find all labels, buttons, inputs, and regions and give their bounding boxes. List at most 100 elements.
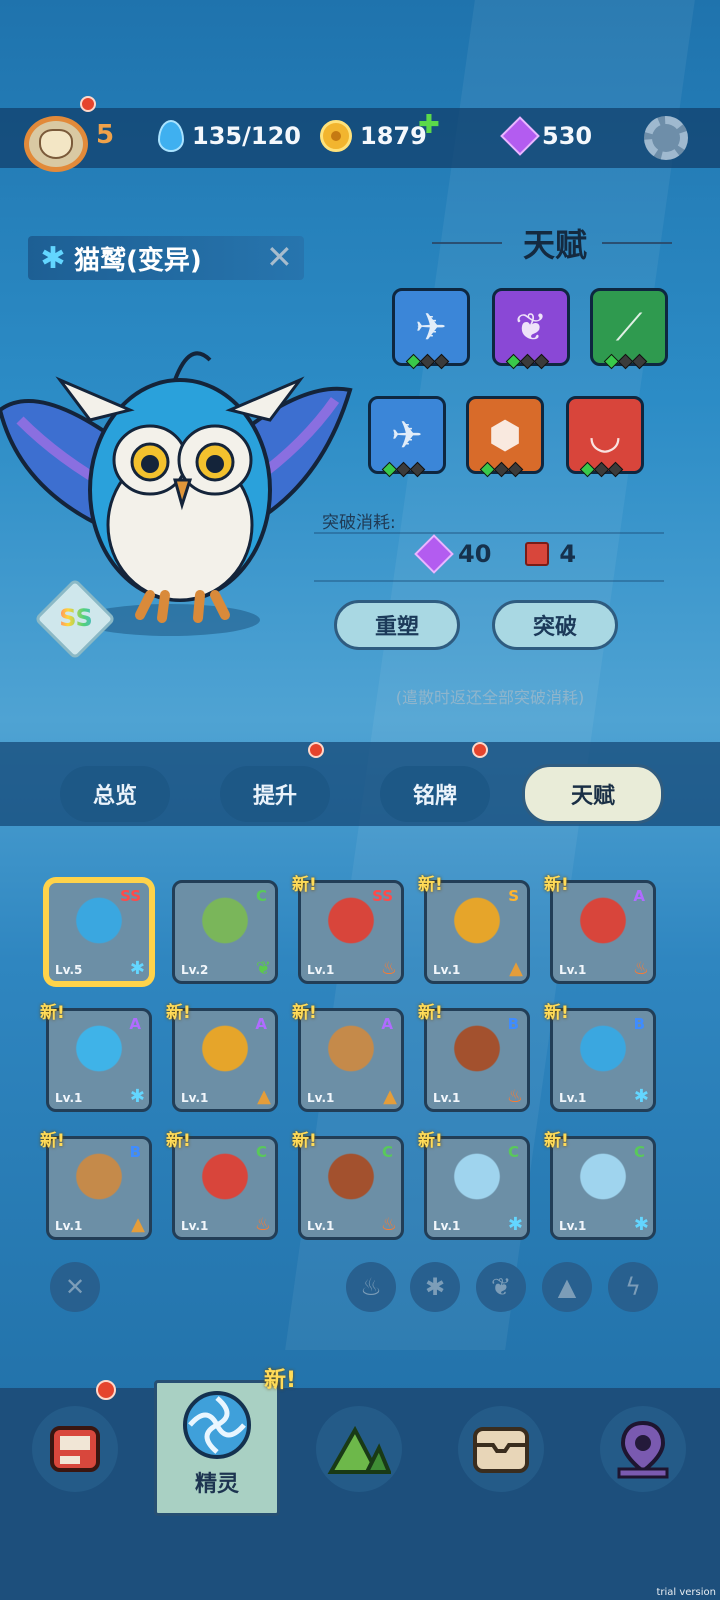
pet-card[interactable]: A Lv.1 ♨	[550, 880, 656, 984]
new-badge: 新!	[166, 1003, 191, 1023]
talent-slot[interactable]: ◡	[566, 396, 644, 474]
pet-card[interactable]: B Lv.1 ▲	[46, 1136, 152, 1240]
pet-card[interactable]: C Lv.1 ♨	[172, 1136, 278, 1240]
talent-slot[interactable]: ✈	[392, 288, 470, 366]
gem-value: 530	[542, 122, 593, 150]
card-level: Lv.2	[181, 963, 209, 977]
talent-slot[interactable]: ⬢	[466, 396, 544, 474]
new-badge: 新!	[418, 1131, 443, 1151]
pet-card[interactable]: B Lv.1 ✱	[550, 1008, 656, 1112]
talent-level-pips	[479, 461, 524, 478]
card-rank: A	[129, 1015, 141, 1033]
tab-overview[interactable]: 总览	[60, 766, 170, 822]
nav-shop-icon[interactable]	[32, 1406, 118, 1492]
tab-plaque[interactable]: 铭牌	[380, 766, 490, 822]
level-pip	[631, 353, 648, 370]
pet-card[interactable]: C Lv.1 ✱	[550, 1136, 656, 1240]
red-shield-icon: ⬢	[488, 413, 522, 457]
earth-filter-icon[interactable]: ▲	[542, 1262, 592, 1312]
rank-badge-text: SS	[52, 604, 100, 632]
fire-element-icon: ♨	[380, 1214, 397, 1235]
card-level: Lv.1	[559, 1091, 587, 1105]
card-level: Lv.1	[307, 963, 335, 977]
card-level: Lv.1	[181, 1219, 209, 1233]
talent-level-pips	[381, 461, 426, 478]
watermark: trial version	[656, 1587, 716, 1598]
leaf-filter-icon[interactable]: ❦	[476, 1262, 526, 1312]
card-level: Lv.1	[55, 1091, 83, 1105]
fire-filter-icon[interactable]: ♨	[346, 1262, 396, 1312]
earth-element-icon: ▲	[383, 1086, 397, 1107]
lightning-filter-icon[interactable]: ϟ	[608, 1262, 658, 1312]
fire-element-icon: ♨	[254, 1214, 271, 1235]
ice-element-icon: ✱	[40, 240, 66, 276]
card-rank: C	[255, 887, 267, 905]
card-rank: B	[633, 1015, 645, 1033]
gem-stat: 530	[500, 116, 593, 156]
card-level: Lv.1	[559, 963, 587, 977]
talent-level-pips	[505, 353, 550, 370]
nav-location-pin-icon[interactable]	[600, 1406, 686, 1492]
pet-card[interactable]: SS Lv.5 ✱	[46, 880, 152, 984]
pet-card[interactable]: S Lv.1 ▲	[424, 880, 530, 984]
level-pip	[507, 461, 524, 478]
fire-element-icon: ♨	[632, 958, 649, 979]
card-rank: C	[255, 1143, 267, 1161]
pet-name-panel: ✱ 猫鹫(变异)	[28, 236, 304, 280]
card-rank: A	[633, 887, 645, 905]
card-level: Lv.1	[433, 963, 461, 977]
talent-level-pips	[579, 461, 624, 478]
card-rank: SS	[372, 887, 393, 905]
pet-card[interactable]: A Lv.1 ▲	[172, 1008, 278, 1112]
card-rank: A	[381, 1015, 393, 1033]
card-level: Lv.1	[433, 1091, 461, 1105]
red-fang-icon: ◡	[588, 413, 622, 457]
pet-card[interactable]: C Lv.1 ✱	[424, 1136, 530, 1240]
breakthrough-button[interactable]: 突破	[492, 600, 618, 650]
card-level: Lv.5	[55, 963, 83, 977]
tab-talent[interactable]: 天赋	[522, 764, 664, 824]
new-badge: 新!	[40, 1131, 65, 1151]
talent-title: 天赋	[522, 226, 587, 264]
tab-upgrade[interactable]: 提升	[220, 766, 330, 822]
ice-element-icon: ✱	[633, 1214, 649, 1235]
nav-inventory-chest-icon[interactable]	[458, 1406, 544, 1492]
new-badge: 新!	[418, 1003, 443, 1023]
clear-filter-icon[interactable]: ✕	[50, 1262, 100, 1312]
breakthrough-cost-label: 突破消耗:	[322, 513, 396, 533]
fire-element-icon: ♨	[380, 958, 397, 979]
add-coins-plus-icon[interactable]: ✚	[418, 110, 440, 140]
card-level: Lv.1	[55, 1219, 83, 1233]
new-badge: 新!	[292, 1003, 317, 1023]
pet-card[interactable]: B Lv.1 ♨	[424, 1008, 530, 1112]
pet-card[interactable]: A Lv.1 ▲	[298, 1008, 404, 1112]
card-level: Lv.1	[559, 1219, 587, 1233]
talent-slot[interactable]: ✈	[368, 396, 446, 474]
spirit-swirl-icon	[182, 1390, 252, 1464]
card-rank: C	[633, 1143, 645, 1161]
player-avatar[interactable]	[24, 116, 88, 172]
ice-element-icon: ✱	[633, 1086, 649, 1107]
close-icon[interactable]: ✕	[266, 238, 293, 276]
water-value: 135/120	[192, 122, 301, 150]
purple-gem-icon	[500, 116, 540, 156]
reshape-button[interactable]: 重塑	[334, 600, 460, 650]
talent-slot[interactable]: ⟋	[590, 288, 668, 366]
earth-element-icon: ▲	[509, 958, 523, 979]
ice-filter-icon[interactable]: ✱	[410, 1262, 460, 1312]
new-badge: 新!	[292, 1131, 317, 1151]
shop-terminal-icon	[50, 1426, 100, 1472]
card-rank: C	[507, 1143, 519, 1161]
card-rank: S	[508, 887, 519, 905]
pet-card[interactable]: A Lv.1 ✱	[46, 1008, 152, 1112]
nav-map-mountain-icon[interactable]	[316, 1406, 402, 1492]
card-level: Lv.1	[307, 1091, 335, 1105]
talent-slot[interactable]: ❦	[492, 288, 570, 366]
ice-element-icon: ✱	[129, 958, 145, 979]
pet-card[interactable]: C Lv.2 ❦	[172, 880, 278, 984]
new-badge: 新!	[418, 875, 443, 895]
settings-gear-icon[interactable]	[644, 116, 688, 160]
pet-card[interactable]: C Lv.1 ♨	[298, 1136, 404, 1240]
pet-card[interactable]: SS Lv.1 ♨	[298, 880, 404, 984]
talent-level-pips	[405, 353, 450, 370]
